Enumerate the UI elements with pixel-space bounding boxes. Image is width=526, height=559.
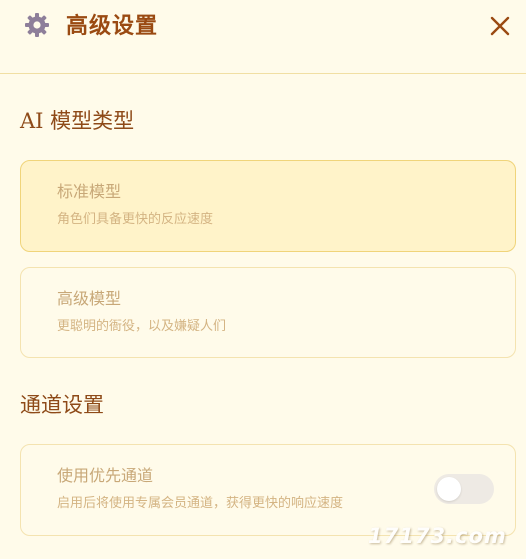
option-advanced-model[interactable]: 高级模型 更聪明的衙役，以及嫌疑人们: [20, 267, 516, 358]
gear-icon: [25, 13, 49, 37]
toggle-knob: [437, 477, 461, 501]
section-title-channel: 通道设置: [20, 393, 104, 417]
option-description: 更聪明的衙役，以及嫌疑人们: [57, 319, 227, 334]
option-standard-model[interactable]: 标准模型 角色们具备更快的反应速度: [20, 160, 516, 252]
dialog-title: 高级设置: [66, 13, 159, 39]
close-icon[interactable]: [488, 14, 512, 38]
option-label: 高级模型: [57, 289, 122, 308]
option-label: 使用优先通道: [57, 466, 154, 485]
watermark: 17173.com: [368, 524, 507, 548]
option-label: 标准模型: [57, 182, 122, 201]
dialog-header: 高级设置: [0, 0, 526, 74]
priority-channel-toggle[interactable]: [434, 474, 494, 504]
option-description: 启用后将使用专属会员通道，获得更快的响应速度: [57, 496, 344, 511]
option-description: 角色们具备更快的反应速度: [57, 212, 214, 227]
section-title-ai-model: AI 模型类型: [20, 109, 135, 133]
